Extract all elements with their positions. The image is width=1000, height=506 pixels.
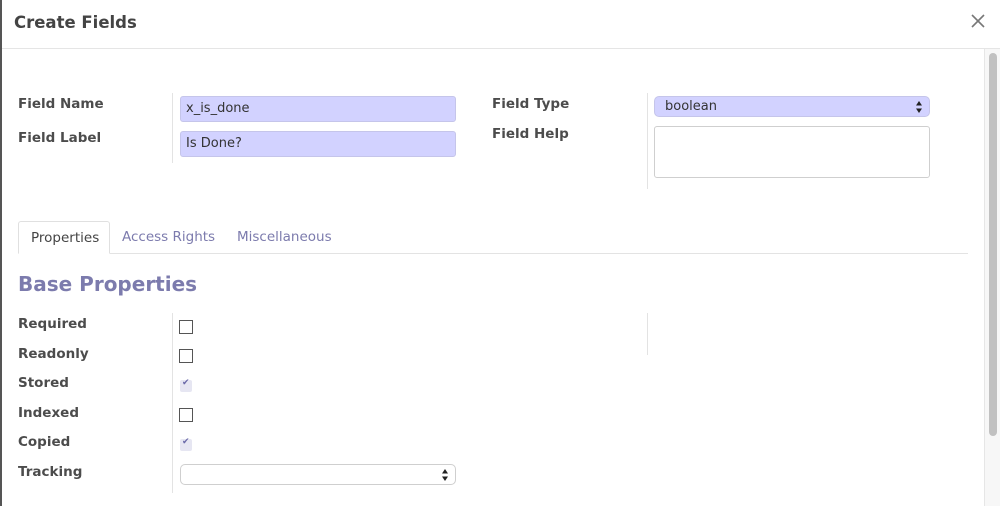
scrollbar[interactable] — [984, 49, 1000, 506]
tab-access-rights[interactable]: Access Rights — [110, 221, 227, 254]
field-type-select[interactable]: boolean — [654, 96, 930, 117]
tab-properties[interactable]: Properties — [18, 221, 110, 254]
tab-miscellaneous[interactable]: Miscellaneous — [225, 221, 344, 254]
required-checkbox[interactable] — [179, 320, 193, 334]
column-separator — [172, 93, 173, 163]
copied-checkbox[interactable]: ✔ — [180, 437, 192, 451]
dialog-body: Field Name Field Label x_is_done Is Done… — [2, 49, 984, 506]
copied-label: Copied — [18, 434, 71, 450]
close-button[interactable] — [968, 11, 988, 31]
close-icon — [971, 14, 985, 28]
indexed-label: Indexed — [18, 405, 79, 421]
select-arrows-icon — [442, 469, 448, 481]
stored-label: Stored — [18, 375, 69, 391]
readonly-checkbox[interactable] — [179, 349, 193, 363]
column-separator — [647, 93, 648, 189]
select-arrows-icon — [916, 101, 922, 113]
field-help-textarea[interactable] — [654, 126, 930, 178]
dialog-title: Create Fields — [14, 13, 137, 32]
readonly-label: Readonly — [18, 346, 89, 362]
section-title: Base Properties — [18, 272, 198, 296]
field-label-label: Field Label — [18, 130, 102, 146]
tracking-select[interactable] — [180, 464, 456, 485]
field-name-input[interactable]: x_is_done — [180, 96, 456, 122]
tracking-label: Tracking — [18, 464, 83, 480]
check-icon: ✔ — [182, 437, 190, 447]
stored-checkbox[interactable]: ✔ — [180, 378, 192, 392]
required-label: Required — [18, 316, 87, 332]
column-separator — [647, 313, 648, 355]
scrollbar-thumb[interactable] — [989, 53, 997, 436]
field-label-input[interactable]: Is Done? — [180, 131, 456, 157]
field-type-label: Field Type — [492, 96, 570, 112]
indexed-checkbox[interactable] — [179, 408, 193, 422]
field-name-label: Field Name — [18, 96, 104, 112]
field-help-label: Field Help — [492, 126, 569, 142]
check-icon: ✔ — [182, 378, 190, 388]
dialog-header: Create Fields — [2, 0, 1000, 49]
column-separator — [172, 313, 173, 493]
field-type-value: boolean — [665, 99, 717, 114]
